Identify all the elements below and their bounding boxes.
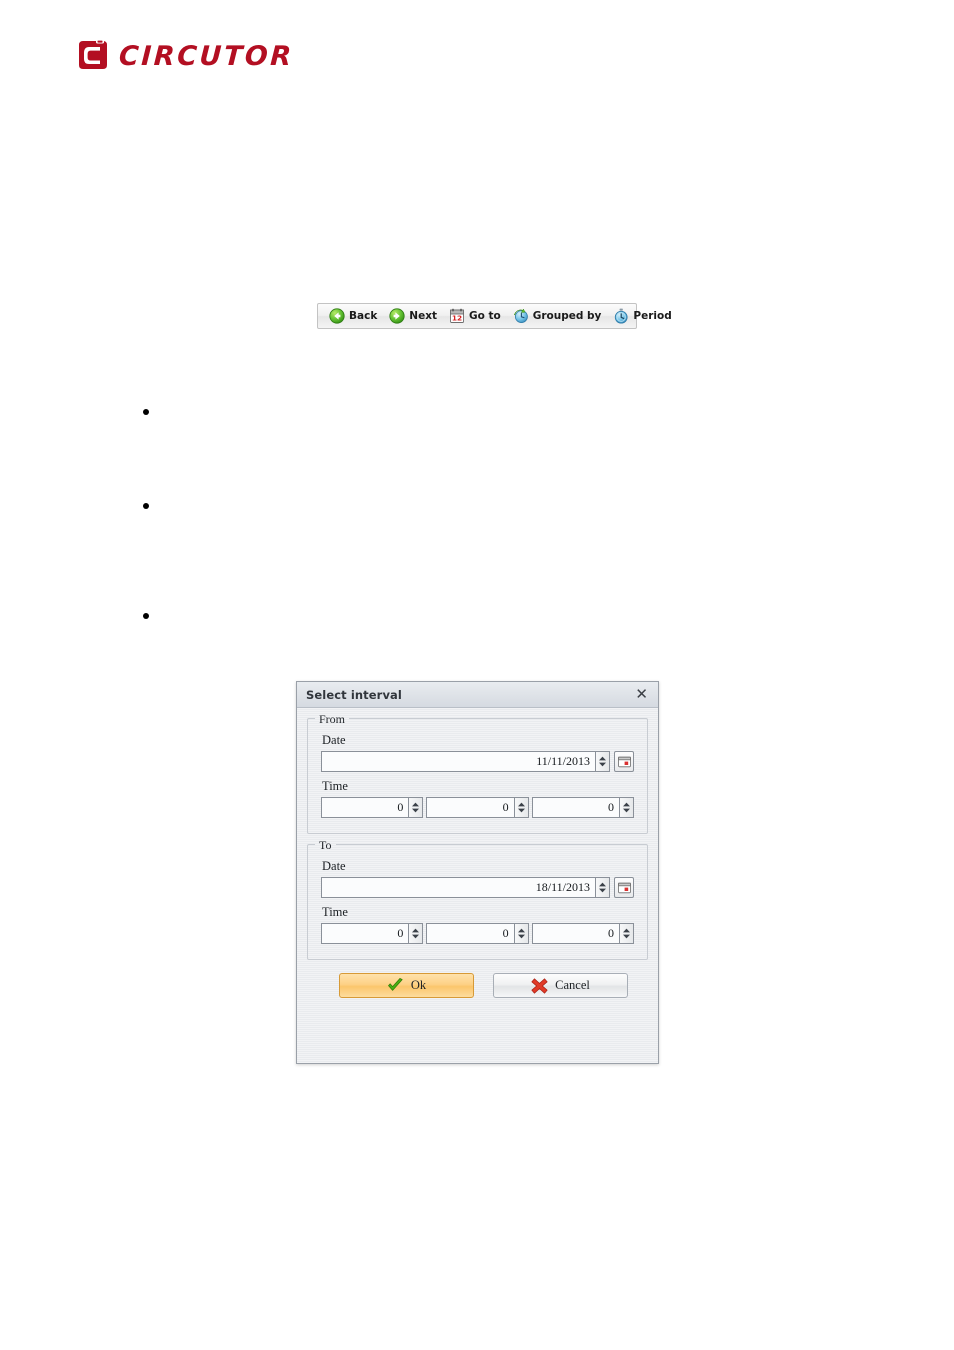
- to-time-hours: 0: [321, 923, 424, 944]
- red-cross-icon: [531, 977, 548, 994]
- to-time-label: Time: [322, 905, 348, 919]
- dialog-titlebar: Select interval ✕: [297, 682, 658, 708]
- toolbar-button-go-to[interactable]: 12 Go to: [443, 305, 507, 327]
- to-hours-input[interactable]: 0: [321, 923, 409, 944]
- list-item-bullet: [143, 409, 149, 415]
- to-group: To Date 18/11/2013 Time 0 0 0: [307, 838, 648, 960]
- toolbar-label-grouped-by: Grouped by: [532, 310, 602, 322]
- dialog-footer: Ok Cancel: [307, 970, 648, 998]
- next-arrow-icon: [389, 308, 405, 324]
- from-hours-input[interactable]: 0: [321, 797, 409, 818]
- dialog-title: Select interval: [306, 687, 402, 702]
- to-date-input[interactable]: 18/11/2013: [321, 877, 595, 898]
- from-hours-spinner[interactable]: [408, 797, 424, 818]
- from-date-spinner[interactable]: [595, 751, 610, 772]
- from-minutes-spinner[interactable]: [513, 797, 529, 818]
- toolbar-label-next: Next: [409, 310, 437, 322]
- brand-logo: CIRCUTOR: [74, 38, 294, 74]
- to-calendar-picker-icon[interactable]: [614, 877, 634, 898]
- ok-button[interactable]: Ok: [339, 973, 474, 998]
- from-time-label: Time: [322, 779, 348, 793]
- cancel-button[interactable]: Cancel: [493, 973, 628, 998]
- to-date-label: Date: [322, 859, 346, 873]
- toolbar-button-back[interactable]: Back: [323, 305, 383, 327]
- green-check-icon: [387, 978, 404, 993]
- brand-wordmark: CIRCUTOR: [118, 40, 295, 72]
- circutor-c-mark-icon: [74, 38, 110, 74]
- toolbar-button-grouped-by[interactable]: Grouped by: [507, 305, 608, 327]
- from-seconds-input[interactable]: 0: [531, 797, 619, 818]
- to-time-seconds: 0: [531, 923, 634, 944]
- cancel-button-label: Cancel: [555, 978, 590, 992]
- from-calendar-picker-icon[interactable]: [614, 751, 634, 772]
- from-date-input[interactable]: 11/11/2013: [321, 751, 595, 772]
- from-seconds-spinner[interactable]: [618, 797, 634, 818]
- to-seconds-spinner[interactable]: [618, 923, 634, 944]
- to-group-legend: To: [315, 838, 336, 853]
- to-date-row: 18/11/2013: [321, 877, 634, 898]
- calendar-icon: 12: [449, 308, 465, 324]
- to-minutes-spinner[interactable]: [513, 923, 529, 944]
- from-group-legend: From: [315, 712, 350, 727]
- dialog-body: From Date 11/11/2013 Time 0 0 0 To Date …: [297, 708, 658, 998]
- list-item-bullet: [143, 613, 149, 619]
- select-interval-dialog: Select interval ✕ From Date 11/11/2013 T…: [296, 681, 659, 1064]
- navigation-toolbar: Back Next 12 Go to Grouped by Period: [317, 303, 672, 329]
- svg-text:12: 12: [452, 314, 462, 323]
- from-time-row: 0 0 0: [321, 797, 634, 818]
- from-minutes-input[interactable]: 0: [426, 797, 514, 818]
- list-item-bullet: [143, 503, 149, 509]
- from-date-row: 11/11/2013: [321, 751, 634, 772]
- to-hours-spinner[interactable]: [408, 923, 424, 944]
- stopwatch-icon: [613, 308, 629, 324]
- back-arrow-icon: [329, 308, 345, 324]
- from-time-hours: 0: [321, 797, 424, 818]
- to-time-row: 0 0 0: [321, 923, 634, 944]
- to-seconds-input[interactable]: 0: [531, 923, 619, 944]
- from-time-minutes: 0: [426, 797, 529, 818]
- group-clock-icon: [513, 308, 529, 324]
- toolbar-label-period: Period: [633, 310, 672, 322]
- from-time-seconds: 0: [531, 797, 634, 818]
- toolbar-button-period[interactable]: Period: [607, 305, 677, 327]
- toolbar-button-next[interactable]: Next: [383, 305, 443, 327]
- to-time-minutes: 0: [426, 923, 529, 944]
- from-date-label: Date: [322, 733, 346, 747]
- close-icon[interactable]: ✕: [633, 687, 650, 702]
- to-date-spinner[interactable]: [595, 877, 610, 898]
- to-minutes-input[interactable]: 0: [426, 923, 514, 944]
- toolbar-label-go-to: Go to: [469, 310, 501, 322]
- toolbar-label-back: Back: [349, 310, 378, 322]
- ok-button-label: Ok: [410, 978, 427, 992]
- from-group: From Date 11/11/2013 Time 0 0 0: [307, 712, 648, 834]
